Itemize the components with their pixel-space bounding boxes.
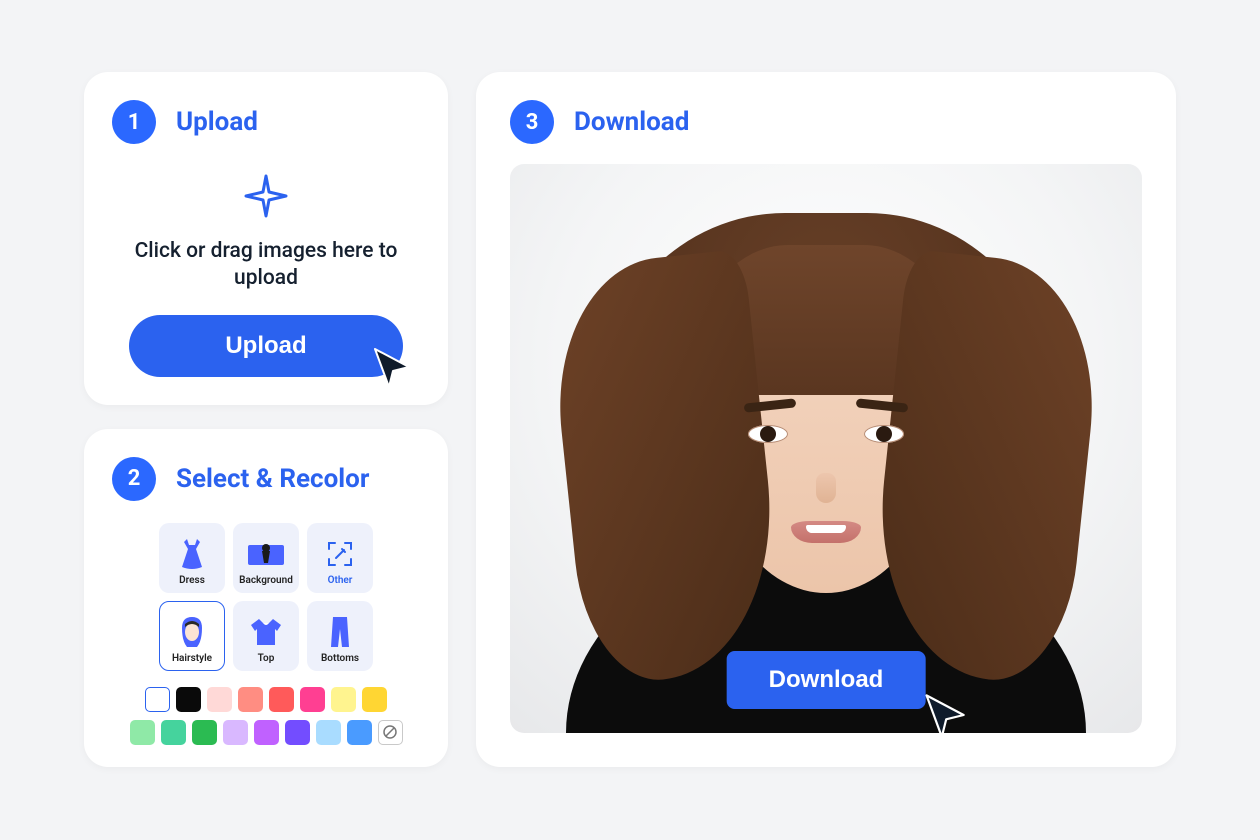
category-label: Other xyxy=(328,575,353,586)
color-swatch[interactable] xyxy=(300,687,325,712)
step-upload-card: 1 Upload Click or drag images here to up… xyxy=(84,72,448,405)
color-swatches xyxy=(112,687,420,745)
category-top[interactable]: Top xyxy=(233,601,299,671)
step3-title: Download xyxy=(574,107,689,137)
color-swatch[interactable] xyxy=(176,687,201,712)
color-swatch[interactable] xyxy=(161,720,186,745)
step3-header: 3 Download xyxy=(510,100,1142,144)
color-swatch[interactable] xyxy=(269,687,294,712)
upload-button-label: Upload xyxy=(225,332,306,359)
category-label: Top xyxy=(258,653,275,664)
step1-badge: 1 xyxy=(112,100,156,144)
category-bottoms[interactable]: Bottoms xyxy=(307,601,373,671)
step2-badge: 2 xyxy=(112,457,156,501)
top-icon xyxy=(249,608,283,653)
cursor-pointer-icon xyxy=(369,345,413,389)
step1-title: Upload xyxy=(176,107,258,137)
category-label: Hairstyle xyxy=(172,653,212,664)
category-other[interactable]: Other xyxy=(307,523,373,593)
hairstyle-icon xyxy=(177,608,207,653)
category-label: Bottoms xyxy=(321,653,359,664)
download-button-label: Download xyxy=(769,666,884,693)
category-dress[interactable]: Dress xyxy=(159,523,225,593)
color-swatch[interactable] xyxy=(130,720,155,745)
no-color-swatch[interactable] xyxy=(378,720,403,745)
step2-header: 2 Select & Recolor xyxy=(112,457,420,501)
color-swatch[interactable] xyxy=(254,720,279,745)
scan-icon xyxy=(326,530,354,575)
category-grid: Dress Background xyxy=(112,523,420,671)
color-swatch[interactable] xyxy=(192,720,217,745)
color-swatch[interactable] xyxy=(285,720,310,745)
color-swatch[interactable] xyxy=(316,720,341,745)
cursor-pointer-icon xyxy=(920,691,968,733)
color-swatch[interactable] xyxy=(223,720,248,745)
category-label: Dress xyxy=(179,575,205,586)
color-swatch[interactable] xyxy=(347,720,372,745)
bottoms-icon xyxy=(329,608,351,653)
category-background[interactable]: Background xyxy=(233,523,299,593)
result-image xyxy=(510,164,1142,733)
preview-area: Download xyxy=(510,164,1142,733)
dress-icon xyxy=(178,530,206,575)
step3-badge: 3 xyxy=(510,100,554,144)
color-swatch[interactable] xyxy=(238,687,263,712)
color-swatch[interactable] xyxy=(362,687,387,712)
category-hairstyle[interactable]: Hairstyle xyxy=(159,601,225,671)
step-select-recolor-card: 2 Select & Recolor Dress xyxy=(84,429,448,767)
sparkle-plus-icon xyxy=(244,174,288,218)
color-swatch[interactable] xyxy=(331,687,356,712)
upload-button[interactable]: Upload xyxy=(129,315,403,377)
step2-title: Select & Recolor xyxy=(176,464,369,494)
upload-hint-text: Click or drag images here to upload xyxy=(112,238,420,293)
step-download-card: 3 Download xyxy=(476,72,1176,767)
download-button[interactable]: Download xyxy=(727,651,926,709)
category-label: Background xyxy=(239,575,293,586)
color-swatch[interactable] xyxy=(207,687,232,712)
color-swatch[interactable] xyxy=(145,687,170,712)
background-icon xyxy=(246,530,286,575)
step1-header: 1 Upload xyxy=(112,100,420,144)
